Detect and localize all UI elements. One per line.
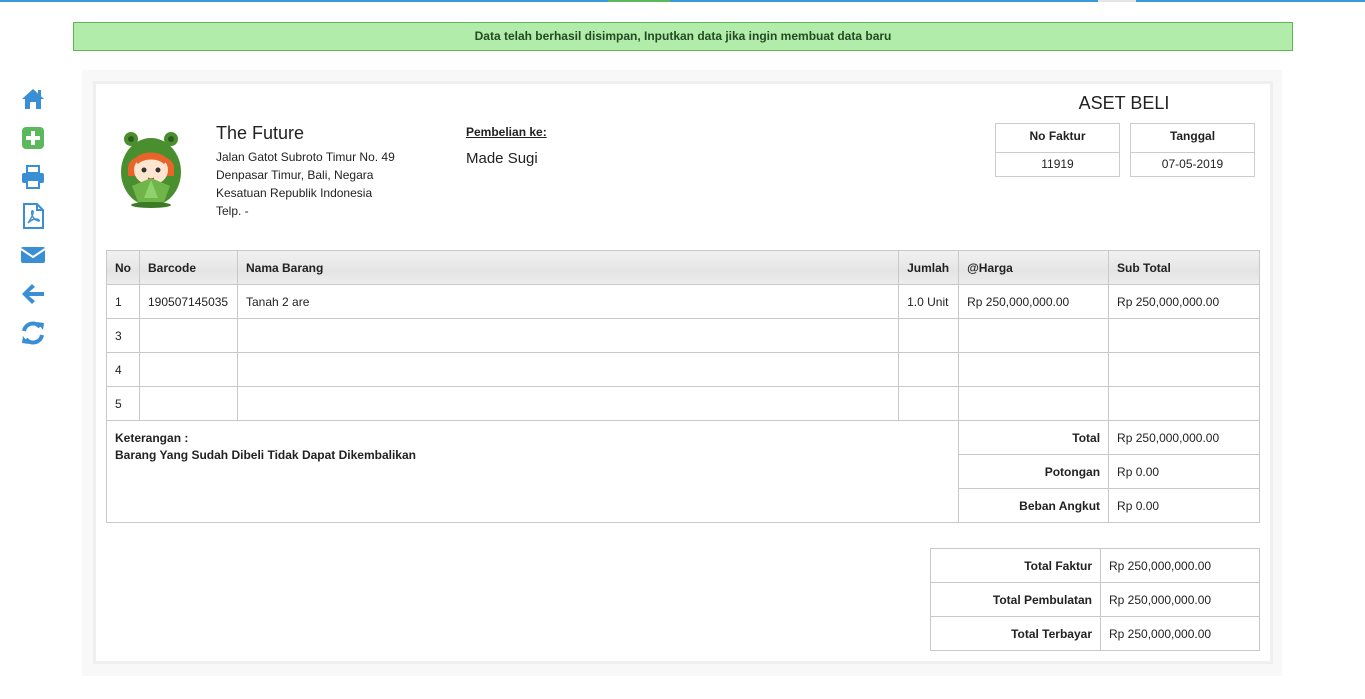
alert-message: Data telah berhasil disimpan, Inputkan d… xyxy=(474,29,892,43)
cell-quantity: 1.0 Unit xyxy=(898,284,960,319)
home-button[interactable] xyxy=(18,84,48,114)
plus-square-icon xyxy=(22,127,44,149)
totals-table: Total Faktur Rp 250,000,000.00 Total Pem… xyxy=(930,548,1260,651)
totals-row-invoice: Total Faktur Rp 250,000,000.00 xyxy=(930,548,1260,583)
shipping-value: Rp 0.00 xyxy=(1108,488,1260,523)
cell-price xyxy=(958,318,1110,353)
table-row: 1 190507145035 Tanah 2 are 1.0 Unit Rp 2… xyxy=(106,284,1260,319)
supplier-name: Made Sugi xyxy=(466,150,538,167)
cell-barcode xyxy=(139,318,238,353)
cell-no: 5 xyxy=(106,386,140,421)
print-button[interactable] xyxy=(18,162,48,192)
top-accent-segment xyxy=(1098,0,1136,2)
add-button[interactable] xyxy=(18,123,48,153)
cell-barcode xyxy=(139,386,238,421)
refresh-icon xyxy=(22,321,44,345)
date-label: Tanggal xyxy=(1131,124,1254,153)
paid-total-value: Rp 250,000,000.00 xyxy=(1100,616,1260,651)
success-alert: Data telah berhasil disimpan, Inputkan d… xyxy=(73,22,1293,51)
back-button[interactable] xyxy=(18,279,48,309)
table-row: 3 xyxy=(106,318,1260,353)
col-header-price: @Harga xyxy=(958,250,1110,285)
email-button[interactable] xyxy=(18,240,48,270)
company-name: The Future xyxy=(216,123,305,143)
company-phone: Telp. - xyxy=(216,204,249,218)
sidebar xyxy=(18,84,50,357)
cell-item-name xyxy=(236,352,900,387)
invoice-total-value: Rp 250,000,000.00 xyxy=(1100,548,1260,583)
cell-barcode xyxy=(139,352,238,387)
date-box: Tanggal 07-05-2019 xyxy=(1130,123,1255,177)
cell-subtotal xyxy=(1108,318,1260,353)
summary-row-total: Keterangan : Barang Yang Sudah Dibeli Ti… xyxy=(105,420,1260,523)
col-header-subtotal: Sub Total xyxy=(1108,250,1260,285)
col-header-item-name: Nama Barang xyxy=(236,250,900,285)
print-icon xyxy=(22,165,44,189)
col-header-barcode: Barcode xyxy=(139,250,238,285)
rounding-total-value: Rp 250,000,000.00 xyxy=(1100,582,1260,617)
cell-quantity xyxy=(898,352,960,387)
invoice-number-box: No Faktur 11919 xyxy=(995,123,1120,177)
cell-price: Rp 250,000,000.00 xyxy=(958,284,1110,319)
company-address-line-1: Jalan Gatot Subroto Timur No. 49 xyxy=(216,150,395,164)
table-row: 4 xyxy=(106,352,1260,387)
discount-value: Rp 0.00 xyxy=(1108,454,1260,489)
cell-barcode: 190507145035 xyxy=(139,284,238,319)
cell-subtotal xyxy=(1108,386,1260,421)
totals-row-rounding: Total Pembulatan Rp 250,000,000.00 xyxy=(930,582,1260,617)
company-address-line-3: Kesatuan Republik Indonesia xyxy=(216,186,373,200)
cell-price xyxy=(958,352,1110,387)
cell-price xyxy=(958,386,1110,421)
cell-quantity xyxy=(898,386,960,421)
refresh-button[interactable] xyxy=(18,318,48,348)
table-header-row: No Barcode Nama Barang Jumlah @Harga Sub… xyxy=(106,250,1260,285)
pdf-button[interactable] xyxy=(18,201,48,231)
purchase-label: Pembelian ke: xyxy=(466,125,547,139)
totals-row-paid: Total Terbayar Rp 250,000,000.00 xyxy=(930,616,1260,651)
cell-item-name: Tanah 2 are xyxy=(236,284,900,319)
cell-quantity xyxy=(898,318,960,353)
top-accent-segment xyxy=(608,0,670,2)
total-label: Total xyxy=(958,420,1110,455)
invoice-number-value: 11919 xyxy=(1041,157,1074,171)
cell-no: 4 xyxy=(106,352,140,387)
cell-item-name xyxy=(236,386,900,421)
note-text: Barang Yang Sudah Dibeli Tidak Dapat Dik… xyxy=(115,448,416,462)
discount-label: Potongan xyxy=(958,454,1110,489)
arrow-left-icon xyxy=(22,284,44,304)
company-logo xyxy=(121,132,181,208)
cell-no: 3 xyxy=(106,318,140,353)
items-table: No Barcode Nama Barang Jumlah @Harga Sub… xyxy=(106,250,1260,421)
pdf-file-icon xyxy=(23,203,44,229)
cell-no: 1 xyxy=(106,284,140,319)
cell-item-name xyxy=(236,318,900,353)
home-icon xyxy=(22,89,44,109)
paid-total-label: Total Terbayar xyxy=(930,616,1101,651)
cell-subtotal xyxy=(1108,352,1260,387)
document-title: ASET BELI xyxy=(1078,93,1170,113)
cell-subtotal: Rp 250,000,000.00 xyxy=(1108,284,1260,319)
date-value: 07-05-2019 xyxy=(1161,157,1224,171)
total-value: Rp 250,000,000.00 xyxy=(1108,420,1260,455)
company-address-line-2: Denpasar Timur, Bali, Negara xyxy=(216,168,374,182)
note-label: Keterangan : xyxy=(115,431,189,445)
note-cell: Keterangan : Barang Yang Sudah Dibeli Ti… xyxy=(105,420,960,523)
summary-table: Keterangan : Barang Yang Sudah Dibeli Ti… xyxy=(105,420,1260,523)
invoice-number-label: No Faktur xyxy=(996,124,1119,153)
shipping-label: Beban Angkut xyxy=(958,488,1110,523)
table-row: 5 xyxy=(106,386,1260,421)
envelope-icon xyxy=(20,247,46,263)
invoice-total-label: Total Faktur xyxy=(930,548,1101,583)
col-header-no: No xyxy=(106,250,140,285)
col-header-quantity: Jumlah xyxy=(898,250,960,285)
top-accent-line xyxy=(0,0,1365,2)
rounding-total-label: Total Pembulatan xyxy=(930,582,1101,617)
